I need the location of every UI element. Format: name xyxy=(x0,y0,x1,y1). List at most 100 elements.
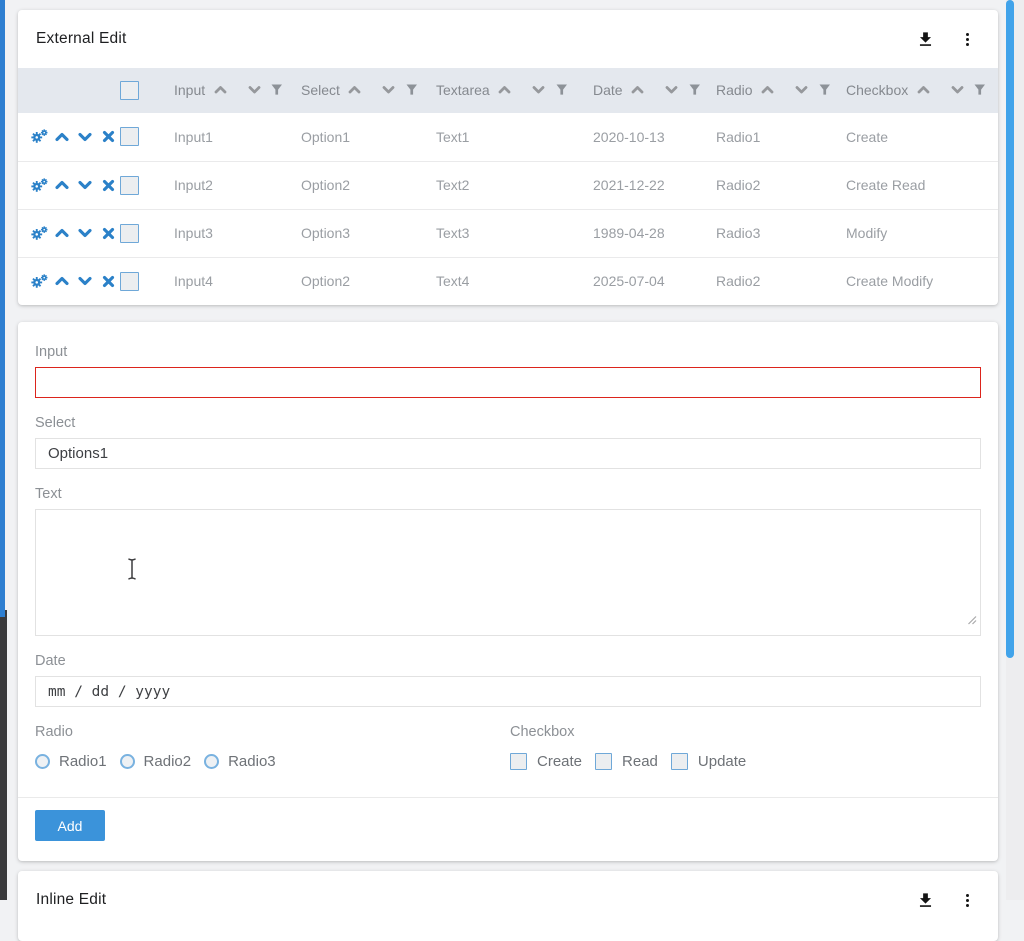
radio-option-radio3[interactable]: Radio3 xyxy=(204,753,276,770)
table-row: Input2 Option2 Text2 2021-12-22 Radio2 C… xyxy=(18,161,998,209)
row-move-down-icon[interactable] xyxy=(76,128,94,146)
cell-date: 2025-07-04 xyxy=(585,257,708,305)
sort-asc-icon[interactable] xyxy=(348,84,362,96)
window-edge-strip-dark xyxy=(0,610,7,900)
sort-desc-icon[interactable] xyxy=(382,84,396,96)
checkbox-option-update[interactable]: Update xyxy=(671,753,746,770)
add-form-card: Input Select Options1 Text Date xyxy=(18,322,998,861)
cell-checkbox: Create xyxy=(838,113,998,161)
radio-group-label: Radio xyxy=(35,723,510,741)
column-header-input: Input xyxy=(166,68,293,113)
row-checkbox[interactable] xyxy=(120,176,139,195)
column-header-radio: Radio xyxy=(708,68,838,113)
row-delete-icon[interactable] xyxy=(99,176,117,194)
row-settings-icon[interactable] xyxy=(30,272,48,290)
column-header-date: Date xyxy=(585,68,708,113)
row-settings-icon[interactable] xyxy=(30,128,48,146)
row-move-down-icon[interactable] xyxy=(76,272,94,290)
row-checkbox[interactable] xyxy=(120,127,139,146)
checkbox-icon[interactable] xyxy=(671,753,688,770)
external-edit-table: Input Select Textarea xyxy=(18,68,998,305)
sort-asc-icon[interactable] xyxy=(213,84,227,96)
cell-date: 2020-10-13 xyxy=(585,113,708,161)
cell-checkbox: Create Modify xyxy=(838,257,998,305)
table-row: Input3 Option3 Text3 1989-04-28 Radio3 M… xyxy=(18,209,998,257)
cell-date: 2021-12-22 xyxy=(585,161,708,209)
table-row: Input4 Option2 Text4 2025-07-04 Radio2 C… xyxy=(18,257,998,305)
date-field[interactable] xyxy=(35,676,981,707)
radio-option-radio1[interactable]: Radio1 xyxy=(35,753,107,770)
sort-asc-icon[interactable] xyxy=(916,84,930,96)
radio-icon[interactable] xyxy=(35,754,50,769)
page-scrollbar-thumb[interactable] xyxy=(1006,0,1014,658)
cell-select: Option3 xyxy=(293,209,428,257)
checkbox-icon[interactable] xyxy=(595,753,612,770)
row-checkbox[interactable] xyxy=(120,272,139,291)
checkbox-option-read[interactable]: Read xyxy=(595,753,658,770)
row-delete-icon[interactable] xyxy=(99,272,117,290)
text-label: Text xyxy=(35,485,981,503)
sort-asc-icon[interactable] xyxy=(761,84,775,96)
kebab-menu-icon[interactable] xyxy=(954,887,980,913)
text-field[interactable] xyxy=(35,509,981,636)
kebab-menu-icon[interactable] xyxy=(954,26,980,52)
cell-radio: Radio2 xyxy=(708,161,838,209)
row-move-up-icon[interactable] xyxy=(53,224,71,242)
sort-desc-icon[interactable] xyxy=(795,84,809,96)
cell-input: Input2 xyxy=(166,161,293,209)
window-edge-strip-blue xyxy=(0,0,5,617)
card-title: Inline Edit xyxy=(36,891,912,909)
row-delete-icon[interactable] xyxy=(99,224,117,242)
row-settings-icon[interactable] xyxy=(30,176,48,194)
textarea-resize-handle-icon[interactable] xyxy=(966,612,977,630)
select-label: Select xyxy=(35,414,981,432)
row-delete-icon[interactable] xyxy=(99,128,117,146)
sort-asc-icon[interactable] xyxy=(498,84,512,96)
table-header-row: Input Select Textarea xyxy=(18,68,998,113)
row-move-up-icon[interactable] xyxy=(53,176,71,194)
sort-desc-icon[interactable] xyxy=(247,84,261,96)
row-checkbox[interactable] xyxy=(120,224,139,243)
row-move-down-icon[interactable] xyxy=(76,224,94,242)
filter-icon[interactable] xyxy=(271,84,283,95)
cell-radio: Radio3 xyxy=(708,209,838,257)
sort-desc-icon[interactable] xyxy=(950,84,964,96)
row-move-up-icon[interactable] xyxy=(53,128,71,146)
input-field[interactable] xyxy=(35,367,981,398)
page-content: External Edit Input Sel xyxy=(18,10,998,941)
filter-icon[interactable] xyxy=(406,84,418,95)
add-button[interactable]: Add xyxy=(35,810,105,841)
table-row: Input1 Option1 Text1 2020-10-13 Radio1 C… xyxy=(18,113,998,161)
date-label: Date xyxy=(35,652,981,670)
cell-date: 1989-04-28 xyxy=(585,209,708,257)
sort-desc-icon[interactable] xyxy=(665,84,679,96)
column-header-checkbox: Checkbox xyxy=(838,68,998,113)
radio-icon[interactable] xyxy=(120,754,135,769)
sort-asc-icon[interactable] xyxy=(631,84,645,96)
select-field[interactable]: Options1 xyxy=(35,438,981,469)
download-icon[interactable] xyxy=(912,26,938,52)
filter-icon[interactable] xyxy=(689,84,701,95)
checkbox-icon[interactable] xyxy=(510,753,527,770)
row-move-down-icon[interactable] xyxy=(76,176,94,194)
checkbox-group-label: Checkbox xyxy=(510,723,759,741)
column-header-textarea: Textarea xyxy=(428,68,585,113)
radio-icon[interactable] xyxy=(204,754,219,769)
filter-icon[interactable] xyxy=(819,84,831,95)
row-move-up-icon[interactable] xyxy=(53,272,71,290)
inline-edit-header: Inline Edit xyxy=(18,871,998,929)
cell-input: Input3 xyxy=(166,209,293,257)
filter-icon[interactable] xyxy=(556,84,568,95)
download-icon[interactable] xyxy=(912,887,938,913)
sort-desc-icon[interactable] xyxy=(532,84,546,96)
select-all-checkbox[interactable] xyxy=(120,81,139,100)
row-settings-icon[interactable] xyxy=(30,224,48,242)
page-scrollbar-track[interactable] xyxy=(1006,0,1024,900)
inline-edit-card: Inline Edit xyxy=(18,871,998,941)
filter-icon[interactable] xyxy=(974,84,986,95)
checkbox-option-create[interactable]: Create xyxy=(510,753,582,770)
cell-textarea: Text1 xyxy=(428,113,585,161)
external-edit-card: External Edit Input Sel xyxy=(18,10,998,305)
radio-option-radio2[interactable]: Radio2 xyxy=(120,753,192,770)
external-edit-header: External Edit xyxy=(18,10,998,68)
